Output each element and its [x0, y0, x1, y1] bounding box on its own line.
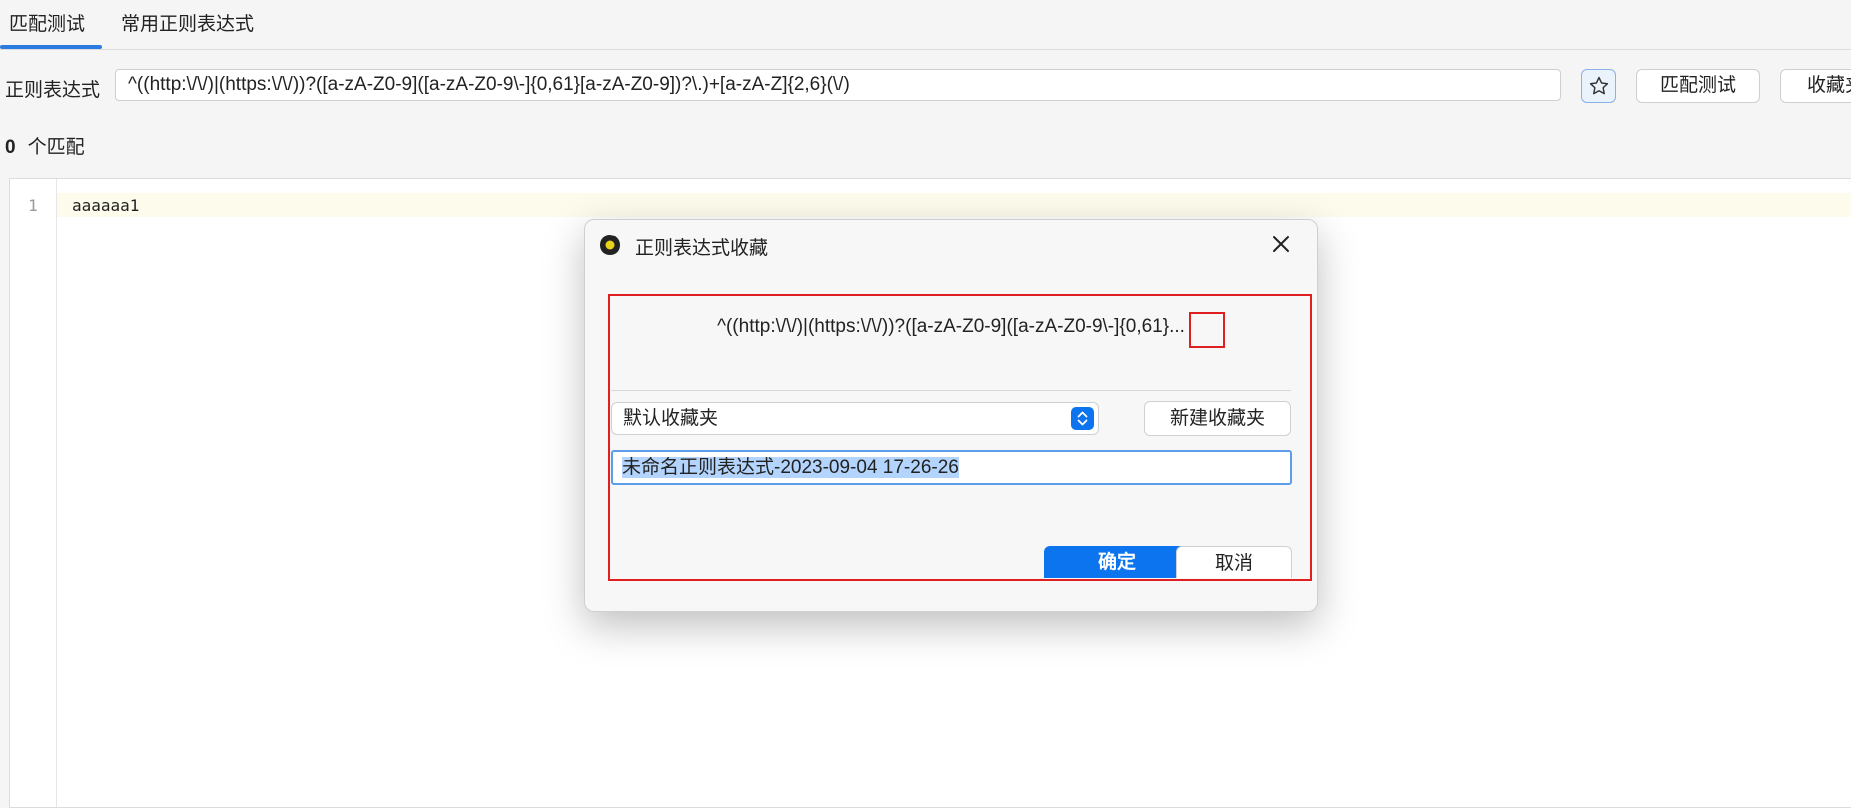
favorites-button[interactable]: 收藏夹 — [1780, 69, 1851, 103]
select-arrows-icon — [1071, 407, 1094, 430]
regex-input[interactable]: ^((http:\/\/)|(https:\/\/))?([a-zA-Z0-9]… — [115, 69, 1561, 101]
line-number-gutter — [10, 179, 57, 807]
match-count-label: 个匹配 — [27, 137, 85, 158]
match-test-button[interactable]: 匹配测试 — [1636, 69, 1760, 103]
regex-name-input[interactable]: 未命名正则表达式-2023-09-04 17-26-26 — [611, 450, 1292, 485]
tab-common-regex[interactable]: 常用正则表达式 — [121, 0, 254, 49]
tab-bar: 匹配测试 常用正则表达式 — [0, 0, 1851, 50]
close-icon[interactable] — [1267, 230, 1295, 258]
new-folder-button[interactable]: 新建收藏夹 — [1144, 401, 1291, 436]
folder-select[interactable]: 默认收藏夹 — [611, 402, 1099, 435]
tab-match-test[interactable]: 匹配测试 — [0, 0, 102, 49]
annotation-ellipsis-box — [1189, 312, 1225, 348]
cancel-button[interactable]: 取消 — [1176, 546, 1292, 578]
dialog-divider — [611, 390, 1291, 391]
line-number: 1 — [28, 196, 38, 215]
folder-select-value: 默认收藏夹 — [623, 408, 719, 429]
confirm-button[interactable]: 确定 — [1044, 546, 1190, 578]
match-count-number: 0 — [5, 137, 16, 158]
favorite-star-button[interactable] — [1581, 69, 1616, 103]
star-icon — [1589, 76, 1608, 95]
app-logo-icon — [600, 235, 620, 255]
regex-name-value: 未命名正则表达式-2023-09-04 17-26-26 — [622, 457, 959, 478]
match-count: 0 个匹配 — [5, 132, 85, 159]
regex-label: 正则表达式 — [5, 80, 101, 101]
regex-favorite-dialog: 正则表达式收藏 ^((http:\/\/)|(https:\/\/))?([a-… — [584, 219, 1318, 612]
dialog-title: 正则表达式收藏 — [635, 238, 769, 259]
editor-line[interactable]: aaaaaa1 — [72, 196, 139, 215]
current-line-highlight — [57, 193, 1851, 217]
